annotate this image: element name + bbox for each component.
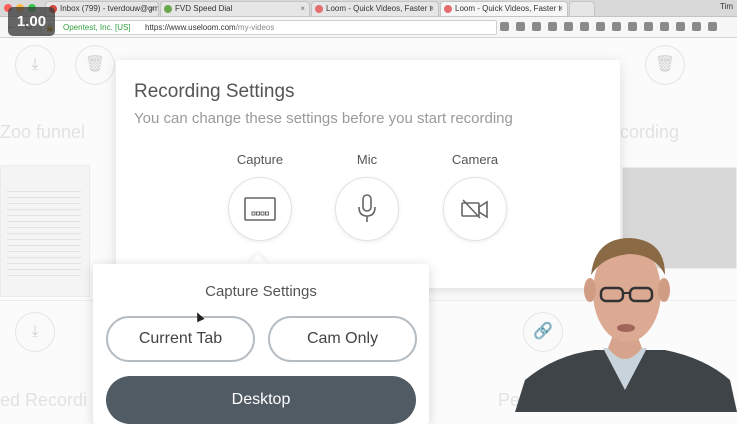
download-icon: ⤓ (15, 45, 55, 85)
extension-icon[interactable] (660, 22, 669, 31)
extension-icon[interactable] (708, 22, 717, 31)
mic-label: Mic (356, 152, 378, 167)
loom-favicon-icon (315, 5, 323, 13)
current-tab-button[interactable]: Current Tab (106, 316, 255, 362)
address-bar[interactable]: 🔒 Opentest, Inc. [US] https://www.useloo… (40, 20, 497, 35)
browser-tab-loom-active[interactable]: Loom - Quick Videos, Faster t × (440, 1, 568, 16)
playback-speed-badge[interactable]: 1.00 (8, 7, 55, 36)
screen-icon (244, 197, 276, 221)
mic-option[interactable]: Mic (327, 152, 407, 241)
speed-dial-favicon-icon (164, 5, 172, 13)
close-tab-icon[interactable]: × (149, 2, 154, 16)
capture-label: Capture (236, 152, 284, 167)
camera-button[interactable] (443, 177, 507, 241)
recording-settings-subtitle: You can change these settings before you… (134, 110, 513, 127)
microphone-icon (358, 194, 376, 222)
close-tab-icon[interactable]: × (558, 2, 563, 16)
browser-user-name[interactable]: Tim (720, 2, 733, 11)
loom-favicon-icon (444, 5, 452, 13)
trash-icon: 🗑 (75, 45, 115, 85)
close-tab-icon[interactable]: × (300, 2, 305, 16)
extension-icon[interactable] (580, 22, 589, 31)
extension-icon[interactable] (548, 22, 557, 31)
tab-title: Loom - Quick Videos, Faster t (455, 4, 561, 13)
browser-tab-speed-dial[interactable]: FVD Speed Dial × (160, 1, 310, 16)
video-thumbnail (0, 165, 90, 297)
camera-off-icon (461, 199, 488, 219)
extension-icon[interactable] (676, 22, 685, 31)
camera-label: Camera (451, 152, 499, 167)
cam-only-button[interactable]: Cam Only (268, 316, 417, 362)
browser-tab-strip: Inbox (799) - tverdouw@gm × FVD Speed Di… (0, 0, 737, 17)
video-card-title: Zoo funnel (0, 122, 86, 142)
capture-button[interactable] (228, 177, 292, 241)
webcam-bubble[interactable] (515, 230, 737, 412)
download-icon: ⤓ (15, 312, 55, 352)
mic-button[interactable] (335, 177, 399, 241)
capture-settings-title: Capture Settings (205, 283, 317, 300)
tab-title: FVD Speed Dial (175, 4, 233, 13)
extension-icon[interactable] (628, 22, 637, 31)
recording-settings-title: Recording Settings (134, 81, 295, 102)
video-card-title: cording (620, 122, 680, 142)
url-host: https://www.useloom.com (145, 23, 236, 32)
browser-tab-loom-1[interactable]: Loom - Quick Videos, Faster t × (311, 1, 439, 16)
extension-icon[interactable] (644, 22, 653, 31)
presenter-video (515, 238, 737, 412)
extension-icon[interactable] (692, 22, 701, 31)
capture-settings-popover: Capture Settings Current Tab Cam Only De… (93, 264, 429, 424)
extension-icon[interactable] (532, 22, 541, 31)
new-tab-button[interactable] (569, 1, 595, 16)
extension-icon[interactable] (564, 22, 573, 31)
secure-org-label: Opentest, Inc. [US] (63, 23, 131, 32)
browser-toolbar: ← ↻ 🔒 Opentest, Inc. [US] https://www.us… (0, 17, 737, 38)
close-tab-icon[interactable]: × (429, 2, 434, 16)
camera-option[interactable]: Camera (435, 152, 515, 241)
extension-icon[interactable] (612, 22, 621, 31)
url-text: https://www.useloom.com/my-videos (145, 21, 274, 34)
extension-icon[interactable] (596, 22, 605, 31)
browser-tab-gmail[interactable]: Inbox (799) - tverdouw@gm × (45, 1, 159, 16)
capture-option[interactable]: Capture (220, 152, 300, 241)
extension-icons (500, 22, 717, 31)
extension-icon[interactable] (516, 22, 525, 31)
video-card-title: ed Recordi (0, 390, 88, 410)
url-path: /my-videos (235, 23, 275, 32)
extension-icon[interactable] (500, 22, 509, 31)
desktop-button[interactable]: Desktop (106, 376, 416, 424)
tab-title: Loom - Quick Videos, Faster t (326, 4, 432, 13)
trash-icon: 🗑 (645, 45, 685, 85)
tab-title: Inbox (799) - tverdouw@gm (60, 4, 159, 13)
